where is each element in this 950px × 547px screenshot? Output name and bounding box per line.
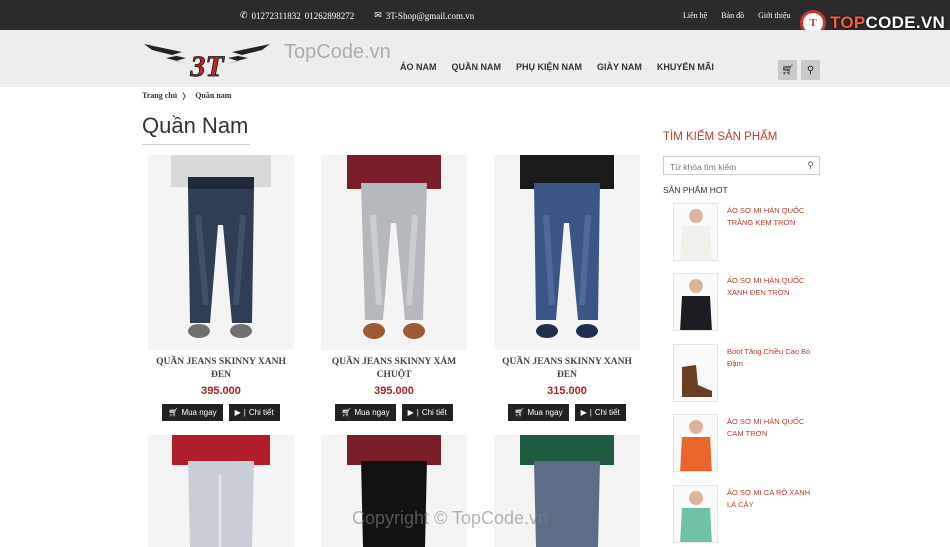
svg-text:3T: 3T	[189, 50, 225, 82]
hot-product-item[interactable]: Boot Tăng Chiều Cao Bò Đậm	[673, 344, 823, 404]
hot-product-label[interactable]: Boot Tăng Chiều Cao Bò Đậm	[727, 346, 817, 370]
hot-product-item[interactable]: ÁO SƠ MI HÀN QUỐC CAM TRƠN	[673, 414, 823, 474]
hot-product-thumbnail[interactable]	[673, 203, 718, 261]
site-logo[interactable]: 3T	[142, 36, 272, 83]
product-name[interactable]: QUẦN JEANS SKINNY XÁM CHUỘT	[321, 356, 467, 382]
breadcrumb-home[interactable]: Trang chủ	[142, 91, 177, 102]
breadcrumb: Trang chủ 〉 Quần nam	[142, 91, 231, 102]
nav-ao-nam[interactable]: ÁO NAM	[400, 62, 437, 72]
play-icon: ▶	[234, 408, 241, 417]
buy-now-button[interactable]: 🛒︎ Mua ngay	[162, 404, 223, 421]
hot-product-label[interactable]: ÁO SƠ MI HÀN QUỐC TRẮNG KEM TRƠN	[727, 205, 817, 229]
breadcrumb-current: Quần nam	[195, 91, 232, 100]
hot-product-thumbnail[interactable]	[673, 414, 718, 472]
detail-button[interactable]: ▶ | Chi tiết	[574, 404, 626, 421]
phone-icon: ✆	[240, 10, 248, 20]
product-card: QUẦN JEANS SKINNY XANH ĐEN 395.000 🛒︎ Mua…	[148, 155, 294, 421]
nav-giay-nam[interactable]: GIÀY NAM	[597, 62, 642, 72]
top-links: Liên hệ Bản đồ Giới thiệu	[683, 11, 791, 20]
nav-khuyen-mai[interactable]: KHUYẾN MÃI	[657, 62, 714, 72]
mail-icon: ✉	[374, 10, 382, 20]
cart-icon: 🛒︎	[514, 408, 525, 417]
hot-product-item[interactable]: ÁO SƠ MI HÀN QUỐC TRẮNG KEM TRƠN	[673, 203, 823, 263]
product-image[interactable]	[321, 155, 467, 350]
product-image[interactable]	[494, 155, 640, 350]
main-nav: ÁO NAM QUẦN NAM PHỤ KIỆN NAM GIÀY NAM KH…	[400, 62, 714, 72]
product-card	[148, 435, 294, 547]
hot-product-label[interactable]: ÁO SƠ MI HÀN QUỐC XANH ĐEN TRƠN	[727, 275, 817, 299]
sidebar-search-title: TÌM KIẾM SẢN PHẨM	[663, 131, 778, 143]
search-input[interactable]	[664, 158, 794, 176]
email-address: 3T-Shop@gmail.com.vn	[385, 10, 475, 21]
product-image[interactable]	[494, 435, 640, 547]
title-divider	[142, 144, 250, 145]
product-image[interactable]	[321, 435, 467, 547]
link-contact[interactable]: Liên hệ	[683, 11, 707, 20]
product-price: 315.000	[547, 385, 587, 397]
hot-product-thumbnail[interactable]	[673, 273, 718, 331]
detail-button[interactable]: ▶ | Chi tiết	[228, 404, 280, 421]
breadcrumb-separator: 〉	[182, 92, 191, 101]
product-price: 395.000	[374, 385, 414, 397]
phone-number-1: 01272311832	[251, 10, 301, 21]
top-bar: ✆ 01272311832 01262898272 ✉ 3T-Shop@gmai…	[0, 0, 950, 36]
hot-product-thumbnail[interactable]	[673, 344, 718, 402]
product-image[interactable]	[148, 155, 294, 350]
hot-product-thumbnail[interactable]	[673, 485, 718, 543]
product-price: 395.000	[201, 385, 241, 397]
search-icon[interactable]: ⚲	[807, 160, 814, 171]
phone-number-2: 01262898272	[304, 10, 355, 21]
link-map[interactable]: Bản đồ	[721, 11, 744, 20]
product-card: QUẦN JEANS SKINNY XÁM CHUỘT 395.000 🛒︎ Mu…	[321, 155, 467, 421]
play-icon: ▶	[580, 408, 587, 417]
cart-icon: 🛒︎	[781, 64, 794, 76]
product-card	[321, 435, 467, 547]
product-card: QUẦN JEANS SKINNY XANH ĐEN 315.000 🛒︎ Mua…	[494, 155, 640, 421]
hot-product-label[interactable]: ÁO SƠ MI CA RÔ XANH LÁ CÂY	[727, 487, 817, 511]
product-name[interactable]: QUẦN JEANS SKINNY XANH ĐEN	[148, 356, 294, 382]
contact-info: ✆ 01272311832 01262898272 ✉ 3T-Shop@gmai…	[240, 10, 474, 21]
product-name[interactable]: QUẦN JEANS SKINNY XANH ĐEN	[494, 356, 640, 382]
cart-icon: 🛒︎	[341, 408, 352, 417]
hot-products-title: SẢN PHẨM HOT	[663, 185, 728, 195]
nav-phu-kien-nam[interactable]: PHỤ KIỆN NAM	[516, 62, 582, 72]
product-image[interactable]	[148, 435, 294, 547]
header-search-button[interactable]: ⚲	[801, 60, 820, 80]
link-about[interactable]: Giới thiệu	[758, 11, 790, 20]
hot-product-item[interactable]: ÁO SƠ MI HÀN QUỐC XANH ĐEN TRƠN	[673, 273, 823, 333]
play-icon: ▶	[407, 408, 414, 417]
search-icon: ⚲	[806, 64, 815, 76]
copyright-watermark: Copyright © TopCode.vn	[352, 508, 549, 528]
detail-button[interactable]: ▶ | Chi tiết	[401, 404, 453, 421]
watermark-text: TopCode.vn	[284, 41, 391, 63]
page-title: Quần Nam	[142, 113, 249, 138]
buy-now-button[interactable]: 🛒︎ Mua ngay	[508, 404, 569, 421]
sidebar-search-box: ⚲	[663, 156, 820, 176]
hot-product-label[interactable]: ÁO SƠ MI HÀN QUỐC CAM TRƠN	[727, 416, 817, 440]
cart-icon: 🛒︎	[168, 408, 179, 417]
buy-now-button[interactable]: 🛒︎ Mua ngay	[335, 404, 396, 421]
cart-button[interactable]: 🛒︎	[778, 60, 797, 80]
product-card	[494, 435, 640, 547]
nav-quan-nam[interactable]: QUẦN NAM	[452, 62, 502, 72]
hot-product-item[interactable]: ÁO SƠ MI CA RÔ XANH LÁ CÂY	[673, 485, 823, 545]
